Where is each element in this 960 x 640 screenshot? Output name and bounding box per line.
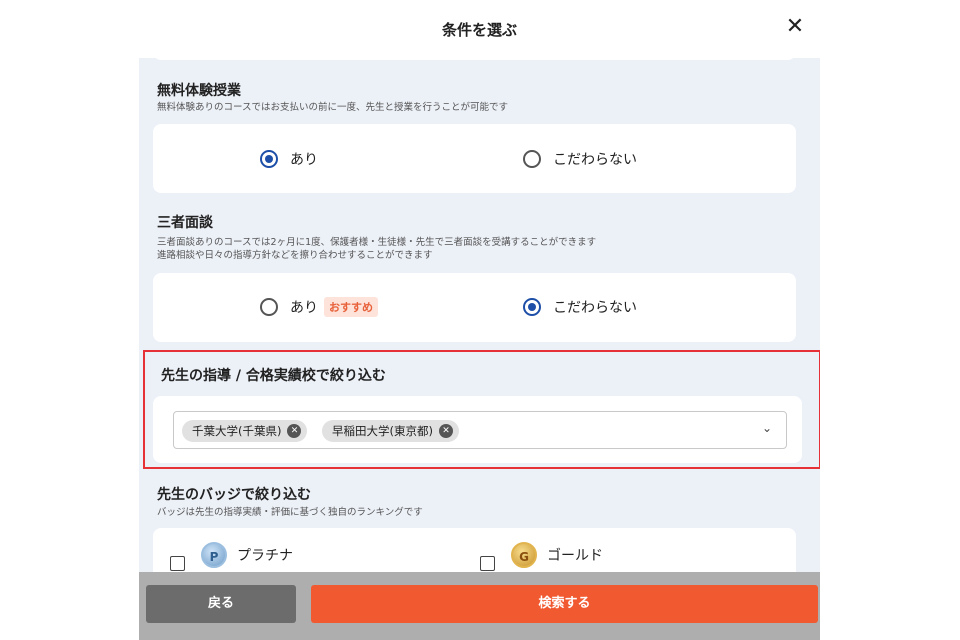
trial-lesson-description: 無料体験ありのコースではお支払いの前に一度、先生と授業を行うことが可能です bbox=[157, 102, 509, 113]
radio-label: こだわらない bbox=[553, 152, 637, 168]
chip-label: 千葉大学(千葉県) bbox=[192, 424, 282, 438]
previous-card-edge bbox=[153, 50, 796, 60]
gold-label: ゴールド bbox=[547, 548, 603, 564]
radio-label: こだわらない bbox=[553, 300, 637, 316]
radio-label: あり bbox=[290, 152, 318, 168]
remove-chip-icon[interactable]: ✕ bbox=[438, 424, 453, 438]
remove-chip-icon[interactable]: ✕ bbox=[287, 424, 302, 438]
radio-unselected-icon[interactable] bbox=[523, 150, 541, 168]
search-button[interactable]: 検索する bbox=[311, 585, 818, 623]
radio-unselected-icon[interactable] bbox=[260, 298, 278, 316]
school-chip: 千葉大学(千葉県) ✕ bbox=[182, 420, 308, 442]
school-filter-title: 先生の指導 / 合格実績校で絞り込む bbox=[161, 368, 386, 384]
trial-lesson-card: あり こだわらない bbox=[153, 124, 796, 193]
chip-label: 早稲田大学(東京都) bbox=[332, 424, 433, 438]
modal-footer: 戻る 検索する bbox=[139, 572, 820, 640]
gold-badge-icon: G bbox=[511, 542, 537, 568]
badge-filter-description: バッジは先生の指導実績・評価に基づく独自のランキングです bbox=[157, 507, 423, 518]
three-party-description-2: 進路相談や日々の指導方針などを擦り合わせすることができます bbox=[157, 250, 433, 261]
modal-title: 条件を選ぶ bbox=[441, 21, 517, 39]
platinum-label: プラチナ bbox=[237, 548, 293, 564]
recommend-badge: おすすめ bbox=[324, 297, 378, 317]
trial-lesson-title: 無料体験授業 bbox=[157, 83, 241, 99]
radio-label: あり bbox=[290, 300, 318, 316]
checkbox-platinum[interactable] bbox=[170, 556, 185, 571]
three-party-card: あり おすすめ こだわらない bbox=[153, 273, 796, 342]
radio-selected-icon[interactable] bbox=[260, 150, 278, 168]
radio-three-party-yes[interactable]: あり おすすめ bbox=[260, 297, 378, 317]
school-chip: 早稲田大学(東京都) ✕ bbox=[322, 420, 459, 442]
filter-modal: 条件を選ぶ ✕ 無料体験授業 無料体験ありのコースではお支払いの前に一度、先生と… bbox=[139, 0, 820, 640]
three-party-title: 三者面談 bbox=[157, 215, 213, 231]
three-party-description-1: 三者面談ありのコースでは2ヶ月に1度、保護者様・生徒様・先生で三者面談を受講する… bbox=[157, 237, 597, 248]
badge-filter-title: 先生のバッジで絞り込む bbox=[157, 487, 311, 503]
back-button[interactable]: 戻る bbox=[146, 585, 296, 623]
platinum-badge-icon: P bbox=[201, 542, 227, 568]
school-multiselect[interactable]: 千葉大学(千葉県) ✕ 早稲田大学(東京都) ✕ ⌄ bbox=[173, 411, 787, 449]
checkbox-gold[interactable] bbox=[480, 556, 495, 571]
radio-three-party-any[interactable]: こだわらない bbox=[523, 297, 637, 317]
radio-trial-any[interactable]: こだわらない bbox=[523, 149, 637, 169]
chevron-down-icon[interactable]: ⌄ bbox=[762, 421, 772, 435]
close-icon[interactable]: ✕ bbox=[780, 12, 810, 42]
radio-trial-yes[interactable]: あり bbox=[260, 149, 318, 169]
radio-selected-icon[interactable] bbox=[523, 298, 541, 316]
